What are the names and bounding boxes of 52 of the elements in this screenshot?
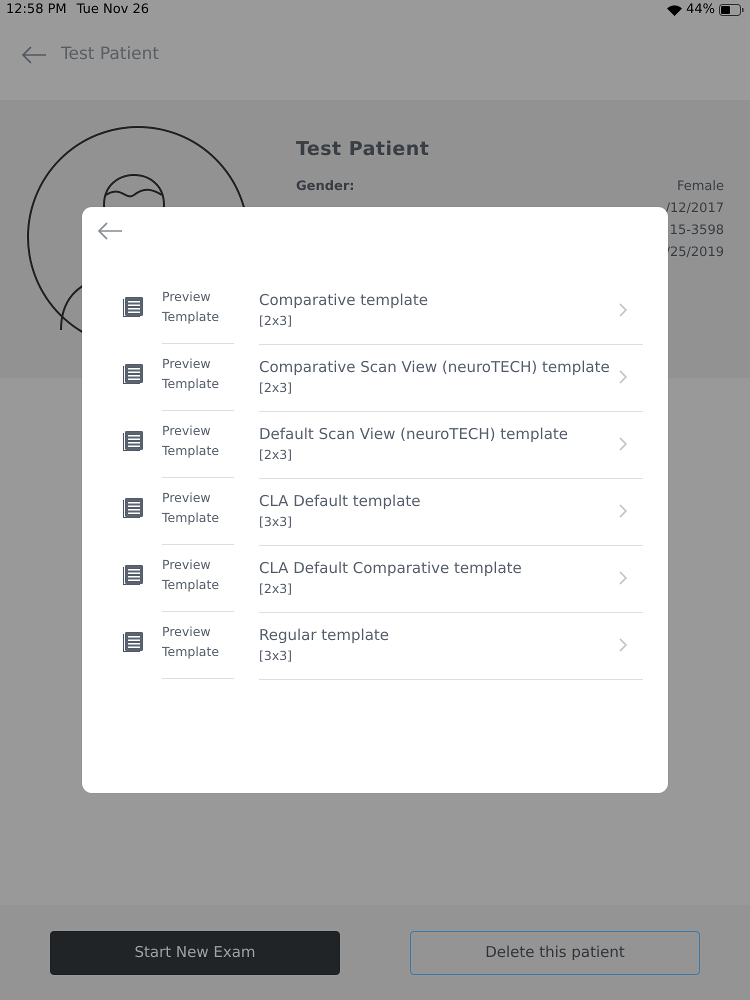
template-grid: [2x3] — [259, 580, 294, 598]
chevron-right-icon — [619, 571, 627, 585]
template-name: Default Scan View (neuroTECH) template — [259, 424, 570, 446]
template-name: CLA Default template — [259, 491, 422, 512]
patient-name: Test Patient — [296, 137, 430, 162]
template-item[interactable]: CLA Default Comparative template [2x3] — [259, 546, 643, 613]
field-value: 15-3598 — [670, 222, 724, 240]
start-exam-button[interactable]: Start New Exam — [50, 930, 340, 974]
header-title: Test Patient — [61, 43, 160, 66]
template-name: Comparative template — [259, 290, 429, 312]
battery-icon — [719, 4, 744, 16]
template-item[interactable]: Comparative Scan View (neuroTECH) template [2x3] — [259, 345, 643, 412]
template-item[interactable]: Default Scan View (neuroTECH) template [2x3] — [259, 412, 643, 479]
wifi-icon — [667, 4, 682, 16]
chevron-right-icon — [619, 504, 627, 518]
template-grid: [3x3] — [259, 512, 294, 531]
preview-template-link[interactable]: Preview Template — [162, 488, 234, 528]
document-icon — [122, 363, 144, 385]
delete-patient-button[interactable]: Delete this patient — [410, 930, 700, 974]
chevron-right-icon — [619, 437, 627, 451]
field-label: Gender: — [296, 178, 354, 196]
field-value: /25/2019 — [666, 244, 724, 262]
chevron-right-icon — [619, 638, 627, 652]
template-grid: [2x3] — [259, 378, 294, 397]
template-grid: [2x3] — [259, 312, 294, 330]
back-arrow-icon[interactable] — [97, 222, 123, 240]
document-icon — [122, 564, 144, 586]
template-grid: [3x3] — [259, 646, 294, 665]
status-date: Tue Nov 26 — [76, 1, 150, 20]
document-icon — [122, 296, 144, 318]
template-item[interactable]: CLA Default template [3x3] — [259, 479, 643, 546]
field-value: /12/2017 — [666, 200, 724, 218]
document-icon — [122, 497, 144, 519]
field-value: Female — [676, 178, 724, 196]
template-item[interactable]: Regular template [3x3] — [259, 613, 643, 680]
document-icon — [122, 430, 144, 452]
chevron-right-icon — [619, 303, 627, 317]
back-arrow-icon[interactable] — [21, 46, 47, 64]
battery-percent: 44% — [686, 1, 715, 20]
preview-template-link[interactable]: Preview Template — [162, 555, 234, 595]
template-item[interactable]: Comparative template [2x3] — [259, 278, 643, 345]
status-time: 12:58 PM — [6, 1, 67, 20]
document-icon — [122, 631, 144, 653]
template-name: CLA Default Comparative template — [259, 558, 523, 580]
preview-template-link[interactable]: Preview Template — [162, 622, 234, 662]
template-name: Comparative Scan View (neuroTECH) template — [259, 357, 611, 378]
preview-template-link[interactable]: Preview Template — [162, 287, 234, 327]
template-grid: [2x3] — [259, 446, 294, 464]
preview-template-link[interactable]: Preview Template — [162, 354, 234, 394]
preview-template-link[interactable]: Preview Template — [162, 421, 234, 461]
chevron-right-icon — [619, 370, 627, 384]
template-name: Regular template — [259, 625, 390, 646]
